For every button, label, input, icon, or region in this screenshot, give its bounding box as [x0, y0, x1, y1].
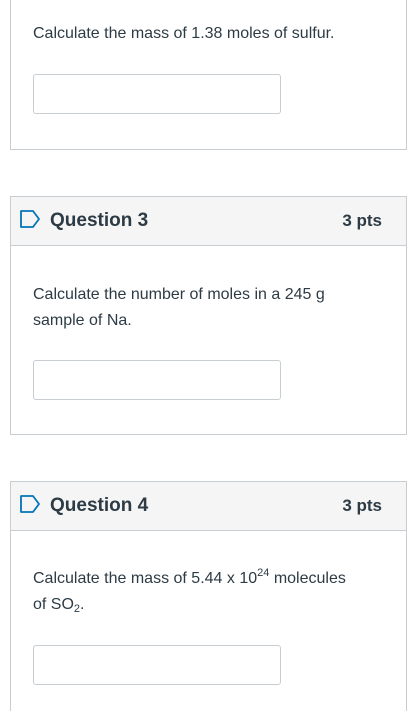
- flag-icon[interactable]: [19, 493, 41, 515]
- question-4-title: Question 4: [50, 495, 149, 516]
- question-2-card: Calculate the mass of 1.38 moles of sulf…: [10, 0, 407, 150]
- question-4-points: 3 pts: [342, 496, 382, 515]
- question-2-answer-input[interactable]: [33, 74, 281, 114]
- question-3-points: 3 pts: [342, 211, 382, 230]
- question-4-text: Calculate the mass of 5.44 x 1024 molecu…: [33, 567, 346, 615]
- flag-icon[interactable]: [19, 208, 41, 230]
- question-4-header: Question 4 3 pts: [11, 482, 406, 531]
- question-3-title: Question 3: [50, 210, 149, 231]
- question-3-card: Question 3 3 pts Calculate the number of…: [10, 196, 407, 435]
- question-2-text: Calculate the mass of 1.38 moles of sulf…: [33, 25, 335, 42]
- question-3-answer-input[interactable]: [33, 360, 281, 400]
- question-3-text: Calculate the number of moles in a 245 g…: [33, 286, 325, 329]
- question-3-header: Question 3 3 pts: [11, 197, 406, 246]
- question-4-card: Question 4 3 pts Calculate the mass of 5…: [10, 481, 407, 711]
- question-4-answer-input[interactable]: [33, 645, 281, 685]
